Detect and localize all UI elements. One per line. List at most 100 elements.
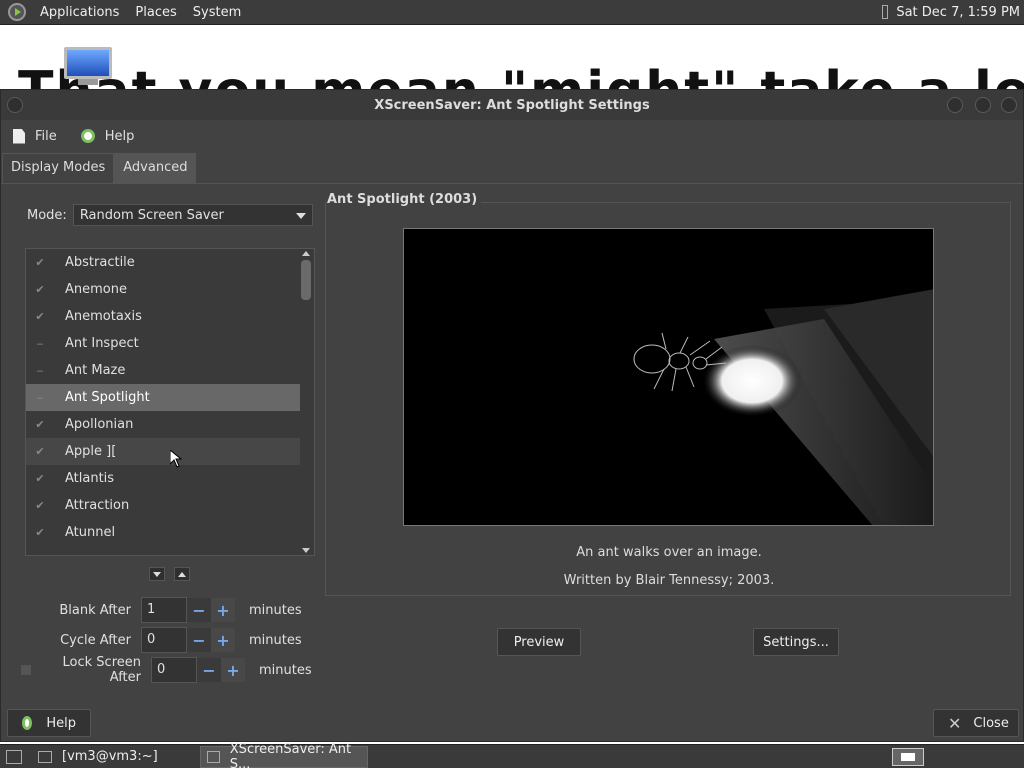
preview-description: An ant walks over an image. [576,545,762,560]
blank-after-row: Blank After 1 − + minutes [21,597,302,623]
blank-after-input[interactable]: 1 [141,597,187,623]
mode-label: Mode: [27,207,67,223]
cycle-after-decrement[interactable]: − [187,628,211,652]
applications-menu[interactable]: Applications [32,5,127,20]
list-item-label: Apollonian [65,417,134,432]
show-desktop-icon[interactable] [6,749,22,764]
unchecked-icon[interactable]: ‒ [34,364,46,377]
tab-content: Mode: Random Screen Saver ✔ Abstractile ✔ A… [1,183,1023,701]
list-item[interactable]: ‒ Ant Maze [26,357,300,384]
preview-button[interactable]: Preview [497,628,581,656]
list-item[interactable]: ✔ Abstractile [26,249,300,276]
preview-screen[interactable] [403,228,934,526]
clock[interactable]: Sat Dec 7, 1:59 PM [896,5,1020,20]
list-item-label: Abstractile [65,255,135,270]
battery-icon[interactable] [882,5,889,19]
blank-after-unit: minutes [249,602,302,618]
gnome-logo-icon[interactable] [8,3,26,21]
tab-display-modes[interactable]: Display Modes [2,153,115,183]
ant-spotlight-preview-image [633,289,933,525]
help-button[interactable]: Help [7,709,91,737]
window-menu-button[interactable] [7,97,23,113]
lock-after-increment[interactable]: + [221,658,245,682]
list-item-label: Ant Maze [65,363,126,378]
list-navigation [149,567,199,581]
checkmark-icon[interactable]: ✔ [34,472,46,485]
help-menu[interactable]: Help [80,129,134,144]
close-window-button[interactable] [1001,97,1017,113]
menubar: File Help [1,120,1023,152]
cycle-after-increment[interactable]: + [211,628,235,652]
help-icon [80,129,95,143]
close-icon: ✕ [948,713,962,733]
checkmark-icon[interactable]: ✔ [34,310,46,323]
preview-credit: Written by Blair Tennessy; 2003. [563,573,775,588]
list-item[interactable]: ✔ Attraction [26,492,300,519]
dropdown-arrow-icon [295,213,306,219]
checkmark-icon[interactable]: ✔ [34,445,46,458]
help-button-label: Help [46,715,76,731]
lock-screen-checkbox[interactable] [21,665,31,675]
list-item-label: Anemone [65,282,127,297]
computer-icon[interactable] [64,47,112,87]
list-item[interactable]: ✔ Anemotaxis [26,303,300,330]
file-menu[interactable]: File [13,128,57,144]
list-item[interactable]: ✔ Apollonian [26,411,300,438]
cycle-after-input[interactable]: 0 [141,627,187,653]
scroll-down-icon[interactable] [302,548,310,553]
maximize-button[interactable] [975,97,991,113]
taskbar-item-terminal-label: [vm3@vm3:~] [62,749,158,764]
places-menu[interactable]: Places [127,5,184,20]
taskbar-item-xscreensaver[interactable]: XScreenSaver: Ant S... [200,742,368,772]
checkmark-icon[interactable]: ✔ [34,418,46,431]
minimize-button[interactable] [947,97,963,113]
list-scrollbar[interactable] [300,251,312,553]
checkmark-icon[interactable]: ✔ [34,526,46,539]
cycle-after-unit: minutes [249,632,302,648]
preview-frame: An ant walks over an image. Written by B… [325,202,1011,596]
lock-after-decrement[interactable]: − [197,658,221,682]
list-item[interactable]: ✔ Atunnel [26,519,300,546]
checkmark-icon[interactable]: ✔ [34,499,46,512]
list-item[interactable]: ‒ Ant Inspect [26,330,300,357]
close-button[interactable]: ✕ Close [933,709,1019,737]
cycle-after-label: Cycle After [60,632,131,648]
mode-dropdown[interactable]: Random Screen Saver [72,204,313,226]
tab-advanced[interactable]: Advanced [114,153,197,183]
screensaver-list[interactable]: ✔ Abstractile ✔ Anemone ✔ Anemotaxis ‒ Ant Insp… [25,248,315,556]
unchecked-icon[interactable]: ‒ [34,337,46,350]
settings-button[interactable]: Settings... [753,628,839,656]
workspace-switcher[interactable] [892,748,924,766]
close-button-label: Close [973,715,1009,731]
preview-title: Ant Spotlight (2003) [327,192,482,207]
prev-saver-button[interactable] [174,567,190,581]
blank-after-increment[interactable]: + [211,598,235,622]
chevron-up-icon [178,571,186,577]
file-menu-label: File [35,128,57,144]
checkmark-icon[interactable]: ✔ [34,283,46,296]
system-menu[interactable]: System [185,5,249,20]
window-title: XScreenSaver: Ant Spotlight Settings [374,97,650,113]
unchecked-icon[interactable]: ‒ [34,391,46,404]
mouse-cursor-icon [170,450,182,468]
scrollbar-thumb[interactable] [301,260,311,300]
list-item[interactable]: ‒ Ant Spotlight [26,384,300,411]
help-icon [22,716,33,730]
list-item[interactable]: ✔ Anemone [26,276,300,303]
list-item-label: Atlantis [65,471,115,486]
list-item-label: Atunnel [65,525,116,540]
tab-bar: Display Modes Advanced [2,153,197,183]
mode-row: Mode: Random Screen Saver [27,204,313,226]
scroll-up-icon[interactable] [302,251,310,256]
lock-after-label: Lock Screen After [62,655,141,685]
list-item[interactable]: ✔ Atlantis [26,465,300,492]
mode-dropdown-value: Random Screen Saver [79,207,224,223]
next-saver-button[interactable] [149,567,165,581]
list-item[interactable]: ✔ Apple ][ [26,438,300,465]
checkmark-icon[interactable]: ✔ [34,256,46,269]
blank-after-decrement[interactable]: − [187,598,211,622]
titlebar[interactable]: XScreenSaver: Ant Spotlight Settings [1,90,1023,120]
top-panel: Applications Places System Sat Dec 7, 1:… [0,0,1024,25]
lock-after-input[interactable]: 0 [151,657,197,683]
taskbar-item-terminal[interactable]: [vm3@vm3:~] [32,746,192,768]
